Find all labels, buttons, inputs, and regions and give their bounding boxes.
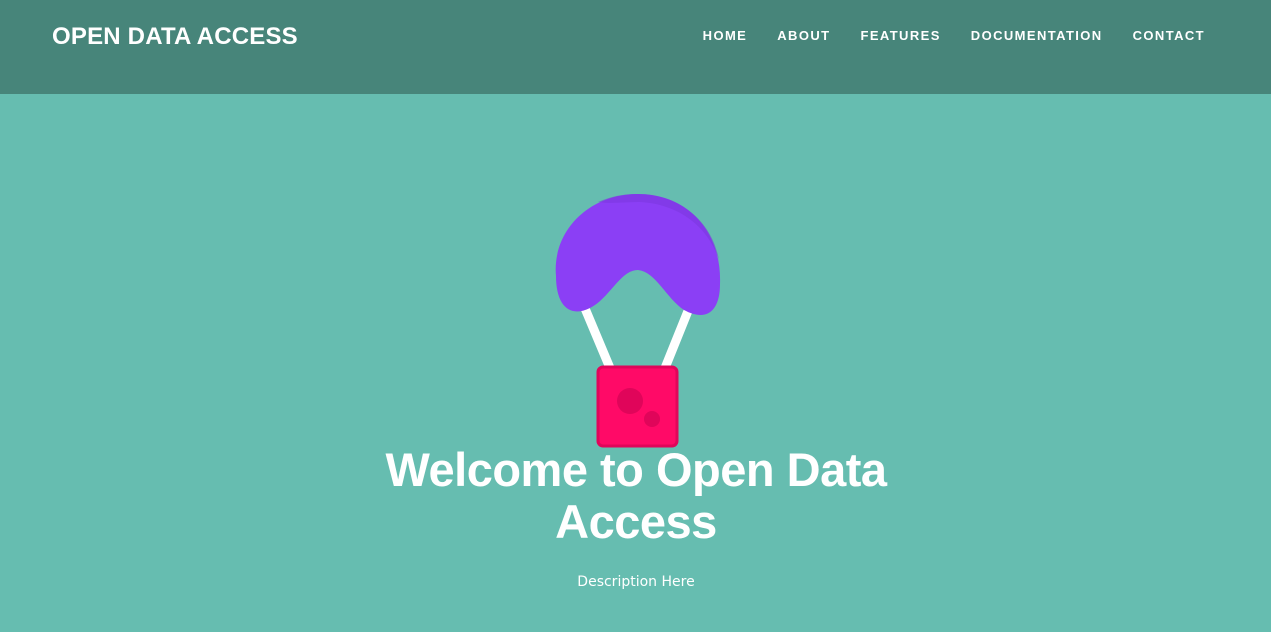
nav-link-features[interactable]: FEATURES [860,28,940,43]
nav-link-contact[interactable]: CONTACT [1133,28,1205,43]
nav-link-documentation[interactable]: DOCUMENTATION [971,28,1103,43]
parachute-canopy [555,194,721,315]
nav-link-home[interactable]: HOME [703,28,748,43]
parachute-icon [555,194,721,448]
nav-item-home: HOME [703,27,748,45]
hero-description: Description Here [577,574,695,590]
parachute-box-dot-large [617,388,643,414]
nav-item-documentation: DOCUMENTATION [971,27,1103,45]
nav-item-contact: CONTACT [1133,27,1205,45]
brand-link[interactable]: OPEN DATA ACCESS [52,22,298,52]
nav-item-about: ABOUT [777,27,830,45]
nav-link-about[interactable]: ABOUT [777,28,830,43]
navbar: OPEN DATA ACCESS HOME ABOUT FEATURES DOC… [0,0,1271,94]
parachute-box-dot-small [644,411,660,427]
hero-title: Welcome to Open Data Access [385,443,887,548]
parachute-strap-right [660,301,695,373]
nav-item-features: FEATURES [860,27,940,45]
parachute-strap-left [579,301,615,373]
nav-menu: HOME ABOUT FEATURES DOCUMENTATION CONTAC… [703,27,1205,45]
